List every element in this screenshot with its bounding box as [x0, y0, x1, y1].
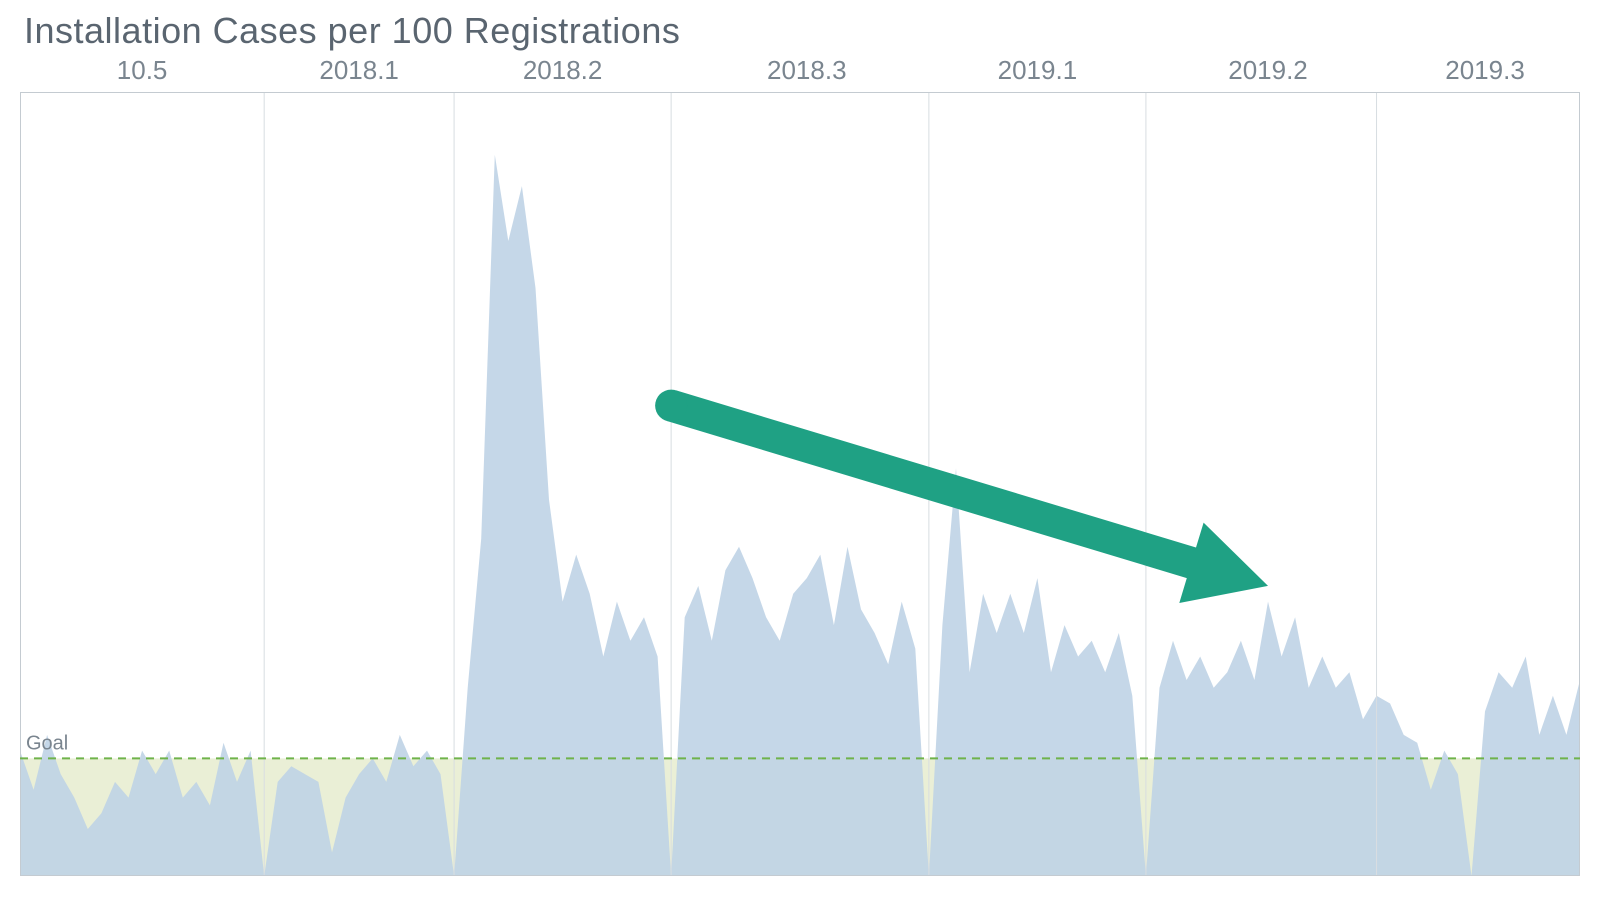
x-axis-label: 2018.1 — [319, 56, 399, 85]
x-axis-label: 2019.1 — [998, 56, 1078, 85]
chart-title: Installation Cases per 100 Registrations — [24, 10, 1580, 52]
trend-arrow-cap — [655, 390, 687, 422]
goal-label: Goal — [26, 733, 68, 755]
x-axis-label: 10.5 — [117, 56, 168, 85]
chart-area: Goal 10.5 2018.1 2018.2 2018.3 2019.1 2019.2 20… — [20, 56, 1580, 876]
x-axis-label: 2018.3 — [767, 56, 847, 85]
x-axis-label: 2018.2 — [523, 56, 603, 85]
trend-arrow-icon — [667, 390, 1269, 603]
x-axis-label: 2019.2 — [1228, 56, 1308, 85]
x-axis-label: 2019.3 — [1445, 56, 1525, 85]
